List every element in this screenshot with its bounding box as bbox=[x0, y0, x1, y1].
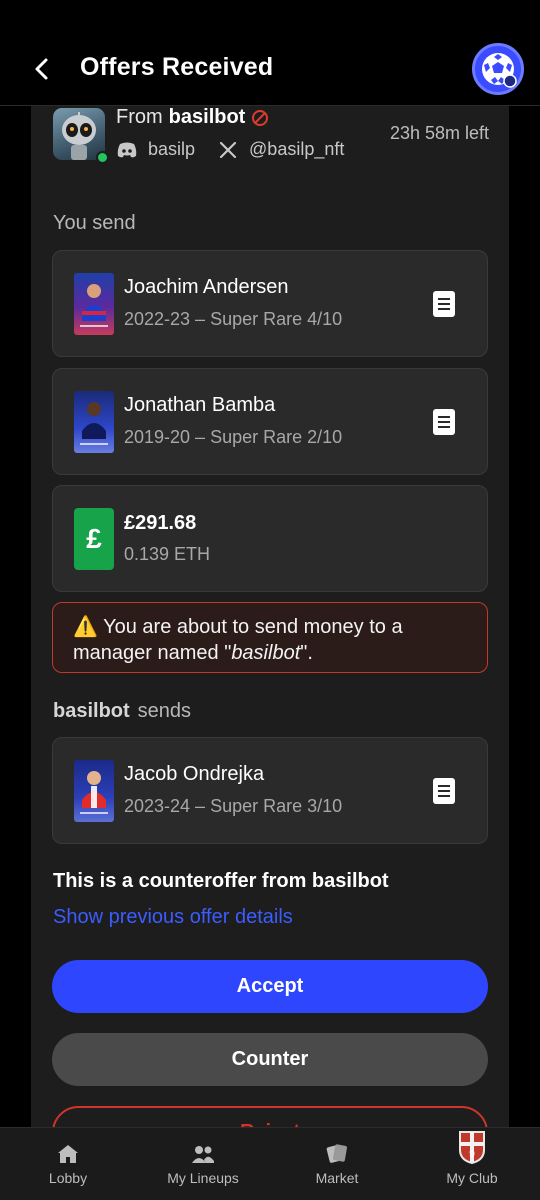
bottom-nav: Lobby My Lineups Market 9 My Club bbox=[0, 1127, 540, 1200]
card-details-icon[interactable] bbox=[433, 778, 455, 804]
card-details-icon[interactable] bbox=[433, 409, 455, 435]
club-ball-icon bbox=[482, 53, 517, 88]
nav-label: My Lineups bbox=[167, 1170, 239, 1186]
people-icon bbox=[192, 1146, 214, 1163]
top-bar: Offers Received bbox=[0, 0, 540, 106]
card-player-name: Joachim Andersen bbox=[124, 276, 289, 298]
card-item[interactable]: Joachim Andersen 2022-23 – Super Rare 4/… bbox=[52, 250, 488, 357]
discord-handle[interactable]: basilp bbox=[148, 139, 195, 160]
show-previous-offer-link[interactable]: Show previous offer details bbox=[53, 906, 293, 929]
svg-text:9: 9 bbox=[469, 1149, 475, 1160]
warning-text-end: ". bbox=[300, 642, 313, 664]
discord-icon bbox=[116, 141, 138, 159]
nav-lobby[interactable]: Lobby bbox=[28, 1128, 108, 1200]
card-item[interactable]: Jacob Ondrejka 2023-24 – Super Rare 3/10 bbox=[52, 737, 488, 844]
player-card-thumbnail bbox=[74, 760, 114, 822]
card-details-icon[interactable] bbox=[433, 291, 455, 317]
card-detail: 2022-23 – Super Rare 4/10 bbox=[124, 309, 343, 329]
home-icon bbox=[58, 1145, 78, 1163]
they-send-verb: sends bbox=[137, 700, 192, 722]
money-warning: ⚠️ You are about to send money to a mana… bbox=[52, 602, 488, 673]
card-item[interactable]: Jonathan Bamba 2019-20 – Super Rare 2/10 bbox=[52, 368, 488, 475]
nav-label: My Club bbox=[446, 1170, 498, 1186]
x-handle[interactable]: @basilp_nft bbox=[249, 139, 344, 160]
x-icon bbox=[217, 141, 239, 159]
accept-button[interactable]: Accept bbox=[52, 960, 488, 1013]
from-prefix: From bbox=[116, 106, 163, 128]
player-card-thumbnail bbox=[74, 391, 114, 453]
offer-panel: From basilbot 23h 58m left basilp @basil… bbox=[31, 106, 509, 1132]
you-send-label: You send bbox=[53, 212, 136, 234]
card-detail: 2023-24 – Super Rare 3/10 bbox=[124, 796, 343, 816]
sender-line: From basilbot bbox=[116, 106, 269, 129]
nav-market[interactable]: Market bbox=[297, 1128, 377, 1200]
warning-name: basilbot bbox=[231, 642, 301, 664]
back-button[interactable] bbox=[26, 52, 56, 86]
blocked-icon bbox=[252, 109, 269, 126]
counter-button[interactable]: Counter bbox=[52, 1033, 488, 1086]
nav-my-lineups[interactable]: My Lineups bbox=[158, 1128, 248, 1200]
cards-icon bbox=[326, 1144, 347, 1163]
card-detail: 2019-20 – Super Rare 2/10 bbox=[124, 427, 343, 447]
they-send-label: basilbot sends bbox=[53, 700, 191, 723]
nav-my-club[interactable]: 9 My Club bbox=[432, 1128, 512, 1200]
chevron-left-icon bbox=[35, 58, 48, 80]
nav-label: Market bbox=[315, 1170, 359, 1186]
sender-socials: basilp @basilp_nft bbox=[116, 139, 344, 160]
player-card-thumbnail bbox=[74, 273, 114, 335]
club-logo-button[interactable] bbox=[472, 43, 524, 95]
warning-icon: ⚠️ bbox=[73, 616, 98, 638]
time-left: 23h 58m left bbox=[389, 123, 489, 143]
page-title: Offers Received bbox=[80, 53, 274, 81]
online-status-dot bbox=[96, 151, 109, 164]
club-crest-icon: 9 bbox=[459, 1131, 485, 1164]
card-player-name: Jonathan Bamba bbox=[124, 394, 276, 416]
card-player-name: Jacob Ondrejka bbox=[124, 763, 265, 785]
money-item: £ £291.68 0.139 ETH bbox=[52, 485, 488, 592]
money-amount: £291.68 bbox=[124, 512, 197, 534]
pound-icon: £ bbox=[74, 508, 114, 570]
they-send-user[interactable]: basilbot bbox=[53, 700, 130, 722]
money-eth: 0.139 ETH bbox=[124, 544, 211, 564]
nav-label: Lobby bbox=[48, 1170, 88, 1186]
counteroffer-note: This is a counteroffer from basilbot bbox=[53, 870, 389, 892]
sender-name[interactable]: basilbot bbox=[169, 106, 246, 129]
